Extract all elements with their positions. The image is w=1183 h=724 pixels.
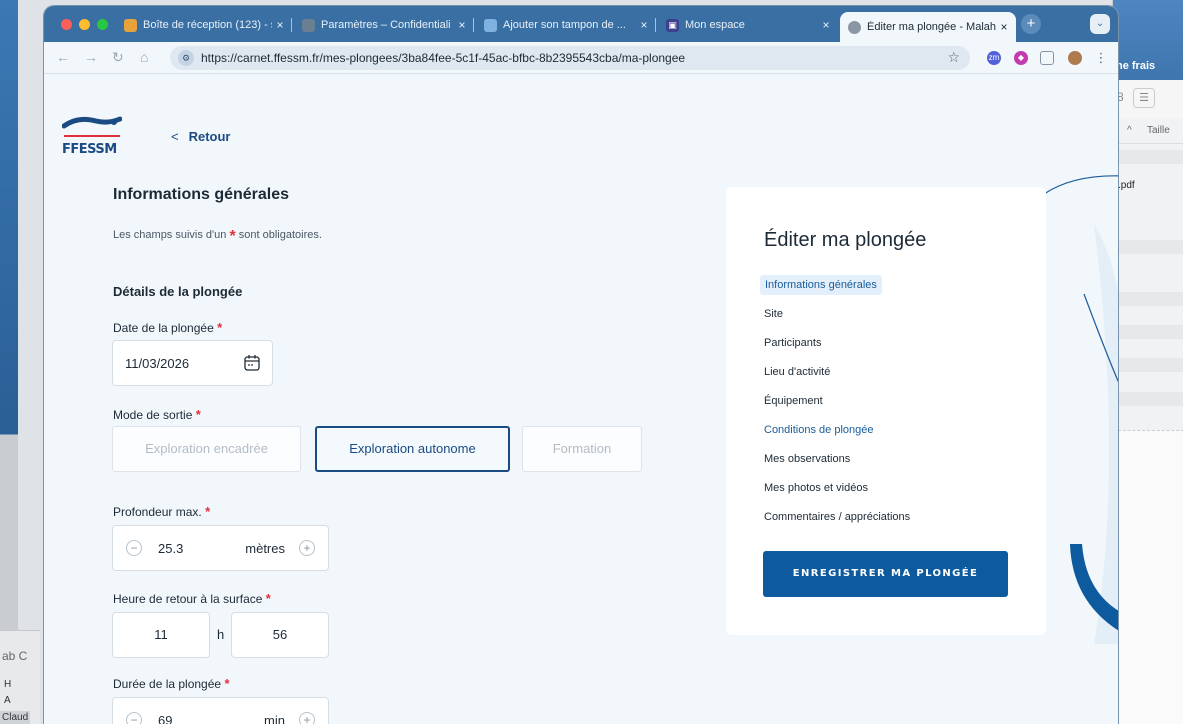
home-icon[interactable]: ⌂ (140, 49, 148, 65)
edit-dive-panel: Éditer ma plongée Informations générales… (726, 187, 1046, 635)
close-tab-icon[interactable]: × (818, 18, 834, 32)
page-content: FFESSM < Retour Informations générales L… (44, 74, 1118, 724)
background-app-left: ab C H A Claud (0, 630, 40, 724)
app-favicon-icon: ▣ (666, 18, 679, 32)
background-text: A (4, 695, 11, 706)
url-field[interactable]: ⚙ https://carnet.ffessm.fr/mes-plongees/… (170, 46, 970, 70)
minutes-input[interactable]: 56 (231, 612, 329, 658)
section-title: Informations générales (113, 186, 290, 203)
close-tab-icon[interactable]: × (996, 20, 1012, 34)
address-bar-row: ← → ↻ ⌂ ⚙ https://carnet.ffessm.fr/mes-p… (44, 42, 1118, 74)
required-asterisk: * (229, 228, 236, 245)
surface-time-label: Heure de retour à la surface * (113, 591, 271, 606)
settings-favicon-icon (302, 18, 315, 32)
mail-favicon-icon (124, 18, 137, 32)
plus-icon[interactable]: + (299, 712, 315, 724)
nav-item-participants[interactable]: Participants (764, 337, 821, 349)
site-favicon-icon (848, 20, 861, 34)
chevron-left-icon: < (171, 129, 179, 144)
desktop-background-left (0, 0, 18, 724)
close-tab-icon[interactable]: × (636, 18, 652, 32)
new-tab-button[interactable]: + (1021, 14, 1041, 34)
tab-bar: Boîte de réception (123) - s × Paramètre… (44, 6, 1118, 42)
duration-stepper[interactable]: − 69 min + (112, 697, 329, 724)
back-arrow-icon[interactable]: ← (56, 49, 70, 65)
hours-input[interactable]: 11 (112, 612, 210, 658)
view-icon: 8 (1117, 90, 1124, 104)
plus-icon[interactable]: + (299, 540, 315, 556)
reload-icon[interactable]: ↻ (112, 49, 124, 66)
minus-icon[interactable]: − (126, 712, 142, 724)
nav-item-general-info[interactable]: Informations générales (760, 275, 882, 295)
nav-item-equipment[interactable]: Équipement (764, 395, 823, 407)
required-note: Les champs suivis d'un * sont obligatoir… (113, 228, 322, 245)
background-text: he frais (1116, 60, 1156, 72)
list-view-icon: ☰ (1133, 88, 1155, 108)
background-finder-window: he frais 8 ☰ ^ Taille F.pdf (1112, 0, 1183, 724)
sort-chevron-icon: ^ (1127, 125, 1132, 136)
tab-my-space[interactable]: ▣ Mon espace × (658, 12, 838, 38)
nav-item-photos-videos[interactable]: Mes photos et vidéos (764, 482, 868, 494)
background-text: ab C (2, 649, 28, 663)
mode-label: Mode de sortie * (113, 407, 201, 422)
extensions-puzzle-icon[interactable] (1040, 51, 1054, 65)
nav-item-site[interactable]: Site (764, 308, 783, 320)
hours-separator: h (217, 627, 225, 642)
depth-label: Profondeur max. * (113, 504, 211, 519)
ffessm-logo[interactable]: FFESSM (61, 110, 123, 160)
close-window-button[interactable] (61, 19, 72, 30)
nav-item-dive-conditions[interactable]: Conditions de plongée (764, 424, 873, 436)
date-field[interactable]: 11/03/2026 (112, 340, 273, 386)
calendar-icon[interactable] (244, 354, 260, 371)
mode-option-training[interactable]: Formation (522, 426, 642, 472)
nav-item-activity-location[interactable]: Lieu d'activité (764, 366, 830, 378)
depth-stepper[interactable]: − 25.3 mètres + (112, 525, 329, 571)
background-text: Claud (0, 711, 31, 724)
profile-avatar[interactable] (1068, 51, 1082, 65)
duration-label: Durée de la plongée * (113, 676, 230, 691)
fullscreen-window-button[interactable] (97, 19, 108, 30)
date-label: Date de la plongée * (113, 320, 223, 335)
save-dive-button[interactable]: ENREGISTRER MA PLONGÉE (763, 551, 1008, 597)
subsection-title: Détails de la plongée (113, 284, 243, 299)
more-menu-icon[interactable]: ⋮ (1094, 51, 1108, 65)
tab-inbox[interactable]: Boîte de réception (123) - s × (116, 12, 292, 38)
tab-search-button[interactable]: ⌄ (1090, 14, 1110, 34)
nav-item-observations[interactable]: Mes observations (764, 453, 850, 465)
background-text: H (4, 679, 12, 690)
browser-window: Boîte de réception (123) - s × Paramètre… (44, 6, 1118, 724)
site-settings-icon[interactable]: ⚙ (178, 50, 194, 66)
close-tab-icon[interactable]: × (454, 18, 470, 32)
column-header: ^ Taille (1113, 118, 1183, 144)
minus-icon[interactable]: − (126, 540, 142, 556)
bookmark-star-icon[interactable]: ☆ (947, 49, 960, 66)
logo-wave-icon (61, 116, 123, 137)
back-link[interactable]: < Retour (171, 129, 230, 144)
mode-option-guided[interactable]: Exploration encadrée (112, 426, 301, 472)
zoom-extension-icon[interactable]: zm (987, 51, 1001, 65)
tab-edit-dive[interactable]: Éditer ma plongée - Malahi × (840, 12, 1016, 42)
tab-stamp[interactable]: Ajouter son tampon de ... × (476, 12, 656, 38)
forward-arrow-icon[interactable]: → (84, 49, 98, 65)
tab-settings-privacy[interactable]: Paramètres – Confidentiali × (294, 12, 474, 38)
close-tab-icon[interactable]: × (272, 18, 288, 32)
mode-option-autonomous[interactable]: Exploration autonome (315, 426, 510, 472)
box-favicon-icon (484, 18, 497, 32)
nav-item-comments[interactable]: Commentaires / appréciations (764, 511, 910, 523)
minimize-window-button[interactable] (79, 19, 90, 30)
panel-title: Éditer ma plongée (764, 229, 927, 251)
extension-icon[interactable]: ◆ (1014, 51, 1028, 65)
